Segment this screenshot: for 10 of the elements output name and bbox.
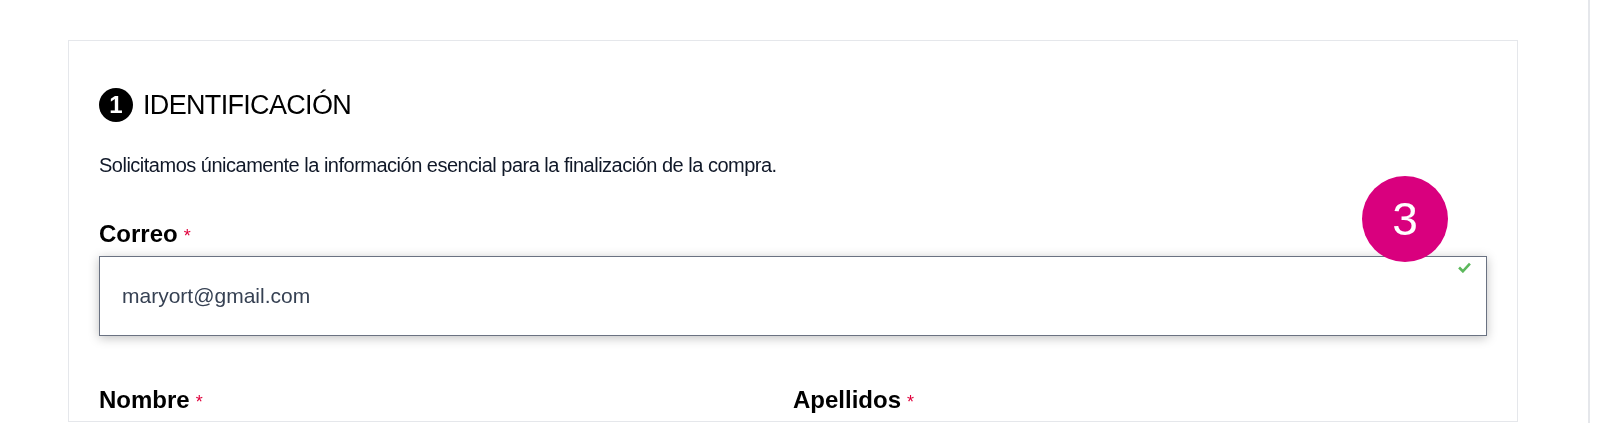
field-label: Apellidos: [793, 384, 901, 415]
field-label: Nombre: [99, 384, 190, 415]
section-title: IDENTIFICACIÓN: [143, 88, 352, 122]
field-label: Correo: [99, 218, 178, 249]
email-field[interactable]: maryort@gmail.com: [99, 255, 1487, 336]
required-mark: *: [907, 390, 915, 414]
required-mark: *: [195, 390, 203, 414]
step-number: 1: [99, 88, 133, 123]
required-mark: *: [183, 224, 191, 248]
section-description: Solicitamos únicamente la información esencial para la finalización de la compra.: [99, 152, 778, 178]
